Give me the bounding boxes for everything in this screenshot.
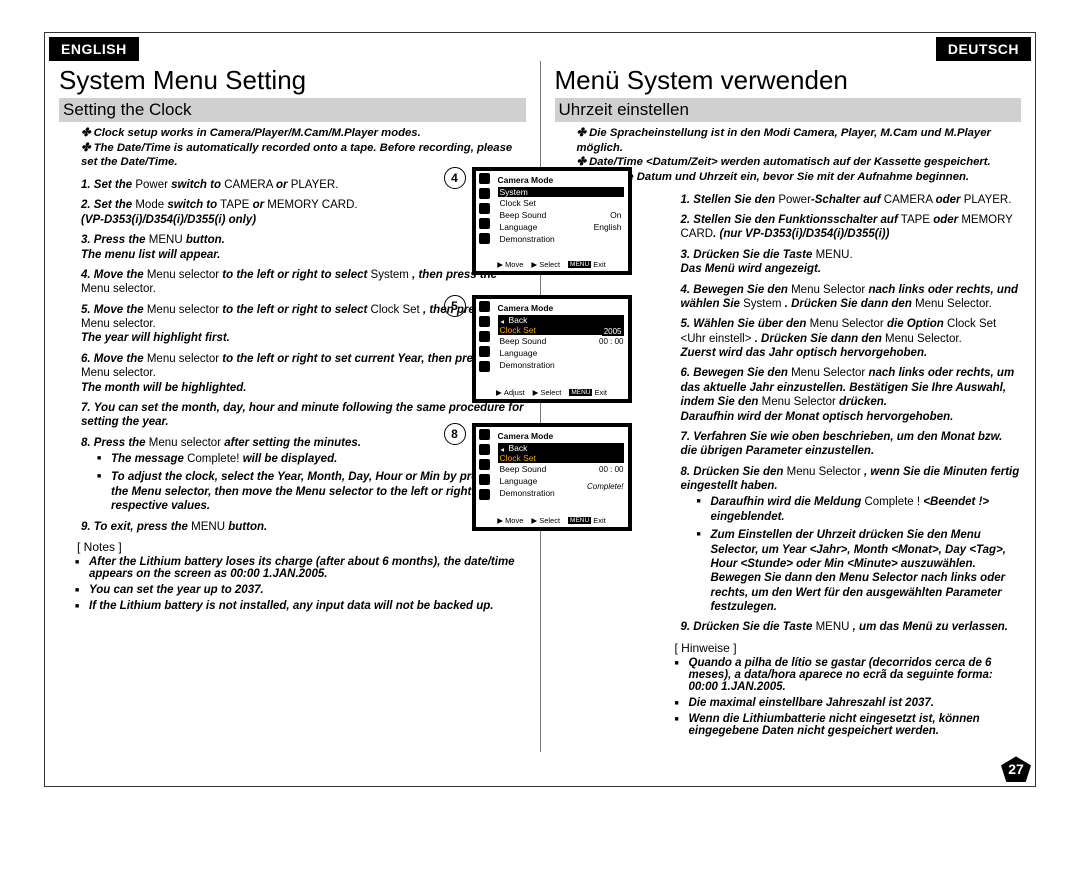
shot-number-5: 5 [444, 295, 466, 317]
note-item: If the Lithium battery is not installed,… [81, 600, 526, 612]
osd-screenshots: 4 Camera Mode System Clock Set [472, 167, 632, 551]
display-icon [479, 474, 490, 485]
osd-title: Camera Mode [498, 303, 554, 313]
osd-shot-8: Camera Mode Back Clock Set Beep Sound La… [472, 423, 632, 531]
shot-number-8: 8 [444, 423, 466, 445]
intro-line: Die Spracheinstellung ist in den Modi Ca… [577, 127, 991, 154]
year-value: 2005 [602, 327, 624, 336]
note-item: Wenn die Lithiumbatterie nicht eingesetz… [681, 713, 1022, 737]
osd-title: Camera Mode [498, 431, 554, 441]
note-item: Quando a pilha de lítio se gastar (decor… [681, 657, 1022, 693]
step-8: 8. Drücken Sie den Menu Selector , wenn … [681, 465, 1022, 615]
step-6: 6. Move the Menu selector to the left or… [81, 352, 526, 395]
step-3: 3. Press the MENU button. The menu list … [81, 233, 526, 262]
step-9: 9. Drücken Sie die Taste MENU , um das M… [681, 620, 1022, 634]
step-1: 1. Stellen Sie den Power-Schalter auf CA… [681, 193, 1022, 207]
english-steps: 1. Set the Power switch to CAMERA or PLA… [59, 178, 526, 534]
step-7: 7. Verfahren Sie wie oben beschrieben, u… [681, 430, 1022, 459]
step-6: 6. Bewegen Sie den Menu Selector nach li… [681, 366, 1022, 424]
page-frame: ENGLISH DEUTSCH System Menu Setting Sett… [44, 32, 1036, 787]
note-item: Die maximal einstellbare Jahreszahl ist … [681, 697, 1022, 709]
english-column: System Menu Setting Setting the Clock ✤ … [45, 61, 541, 752]
osd-shot-5: Camera Mode Back Clock Set Beep Sound La… [472, 295, 632, 403]
shot-number-4: 4 [444, 167, 466, 189]
camera-icon [479, 188, 490, 199]
german-subheader: Uhrzeit einstellen [555, 98, 1022, 122]
mode-icon [479, 173, 490, 184]
step-2: 2. Stellen Sie den Funktionsschalter auf… [681, 213, 1022, 242]
osd-back-item: Back [498, 315, 624, 325]
english-subheader: Setting the Clock [59, 98, 526, 122]
language-tabs: ENGLISH DEUTSCH [45, 33, 1035, 61]
gear-icon [479, 361, 490, 372]
camera-icon [479, 444, 490, 455]
note-item: After the Lithium battery loses its char… [81, 556, 526, 580]
display-icon [479, 218, 490, 229]
english-section-title: System Menu Setting [59, 65, 526, 96]
intro-line: The Date/Time is automatically recorded … [94, 142, 377, 154]
tab-english: ENGLISH [49, 37, 139, 61]
two-column-layout: System Menu Setting Setting the Clock ✤ … [45, 61, 1035, 752]
time-value: 00 : 00 [582, 465, 624, 475]
osd-title: Camera Mode [498, 175, 554, 185]
page-number: 27 [1001, 756, 1031, 782]
note-item: You can set the year up to 2037. [81, 584, 526, 596]
tape-icon [479, 331, 490, 342]
tab-deutsch: DEUTSCH [936, 37, 1031, 61]
intro-line: Stellen Sie Datum und Uhrzeit ein, bevor… [577, 171, 970, 183]
intro-line: Date/Time <Datum/Zeit> werden automatisc… [589, 156, 991, 168]
gear-icon [479, 489, 490, 500]
step-8: 8. Press the Menu selector after setting… [81, 436, 526, 514]
osd-back-item: Back [498, 443, 624, 453]
german-section-title: Menü System verwenden [555, 65, 1022, 96]
display-icon [479, 346, 490, 357]
step-2: 2. Set the Mode switch to TAPE or MEMORY… [81, 198, 526, 227]
mode-icon [479, 429, 490, 440]
step-4: 4. Move the Menu selector to the left or… [81, 268, 526, 297]
camera-icon [479, 316, 490, 327]
tape-icon [479, 203, 490, 214]
notes-list-en: After the Lithium battery loses its char… [59, 556, 526, 612]
osd-item-system: System [498, 187, 624, 197]
step-3: 3. Drücken Sie die Taste MENU. Das Menü … [681, 248, 1022, 277]
notes-header-de: [ Hinweise ] [555, 641, 1022, 655]
intro-line: Clock setup works in Camera/Player/M.Cam… [94, 127, 421, 139]
tape-icon [479, 459, 490, 470]
step-5: 5. Wählen Sie über den Menu Selector die… [681, 317, 1022, 360]
mode-icon [479, 301, 490, 312]
complete-label: Complete! [582, 482, 624, 492]
notes-header-en: [ Notes ] [59, 540, 526, 554]
gear-icon [479, 233, 490, 244]
notes-list-de: Quando a pilha de lítio se gastar (decor… [555, 657, 1022, 737]
step-9: 9. To exit, press the MENU button. [81, 520, 526, 534]
english-intro: ✤ Clock setup works in Camera/Player/M.C… [59, 126, 526, 170]
time-value: 00 : 00 [578, 337, 624, 347]
osd-shot-4: Camera Mode System Clock Set Beep SoundO… [472, 167, 632, 275]
step-4: 4. Bewegen Sie den Menu Selector nach li… [681, 283, 1022, 312]
